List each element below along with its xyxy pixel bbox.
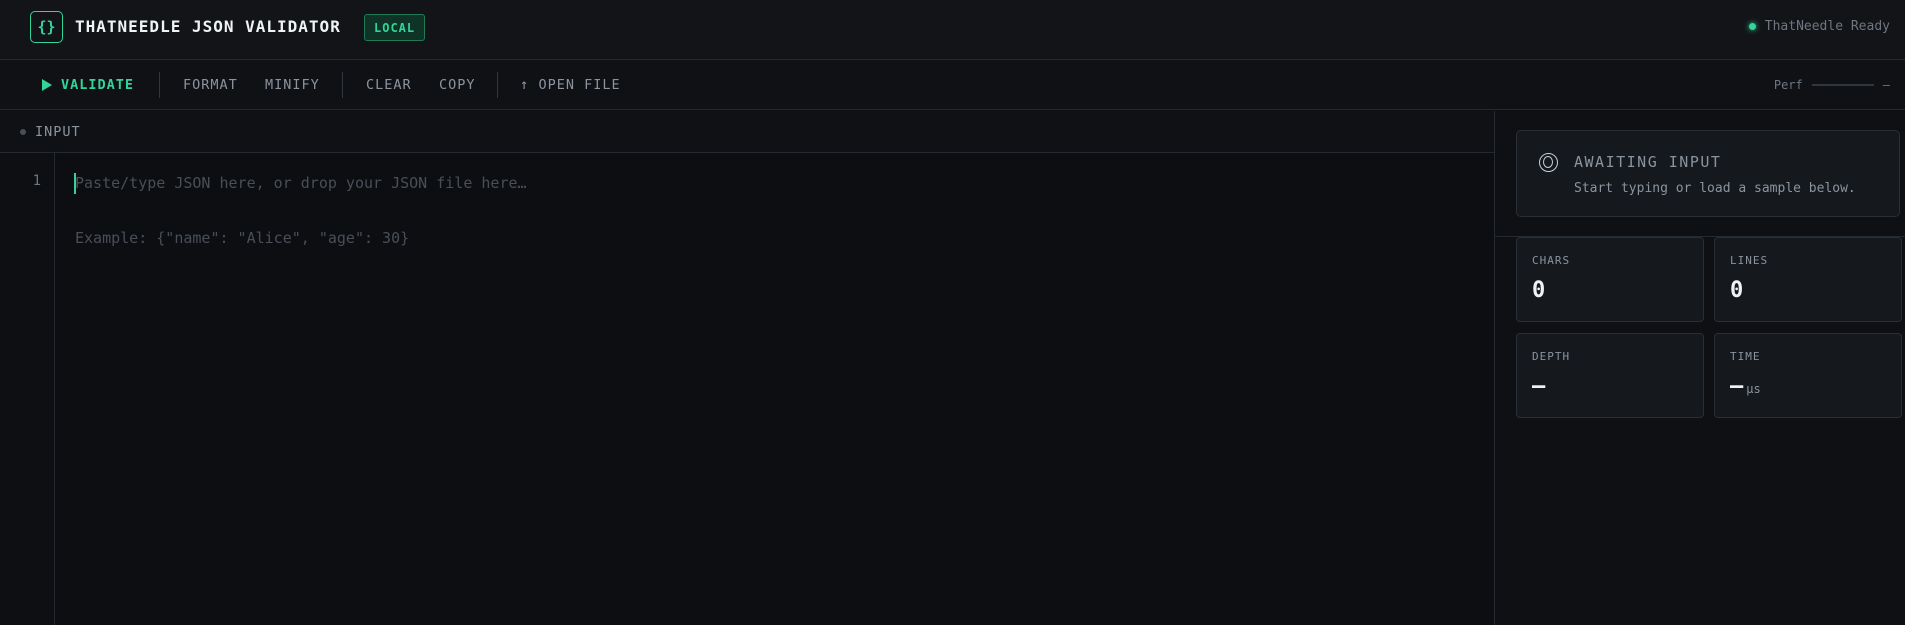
toolbar-divider	[497, 72, 498, 98]
arrow-up-icon: ↑	[520, 77, 530, 93]
editor-example: Example: {"name": "Alice", "age": 30}	[75, 229, 410, 247]
perf-value: —	[1882, 78, 1890, 92]
open-file-button[interactable]: ↑ OPEN FILE	[520, 60, 621, 110]
input-dot-icon	[20, 128, 26, 135]
awaiting-icon	[1539, 153, 1558, 172]
stat-label: DEPTH	[1532, 350, 1571, 363]
stat-depth: DEPTH —	[1516, 333, 1704, 418]
play-icon	[42, 79, 52, 91]
status-card: AWAITING INPUT Start typing or load a sa…	[1516, 130, 1900, 217]
input-title: INPUT	[35, 123, 81, 140]
validate-button[interactable]: VALIDATE	[42, 60, 134, 110]
toolbar-divider	[342, 72, 343, 98]
input-panel-header: INPUT	[0, 111, 1494, 153]
app-title: THATNEEDLE JSON VALIDATOR	[75, 17, 341, 36]
stat-chars: CHARS 0	[1516, 237, 1704, 322]
stat-lines: LINES 0	[1714, 237, 1902, 322]
stat-value: 0	[1730, 278, 1744, 303]
editor-placeholder: Paste/type JSON here, or drop your JSON …	[75, 174, 527, 192]
line-number-gutter: 1	[0, 153, 55, 625]
minify-button[interactable]: MINIFY	[265, 60, 320, 110]
status-title: AWAITING INPUT	[1574, 153, 1722, 171]
stat-label: TIME	[1730, 350, 1761, 363]
line-number: 1	[32, 173, 41, 189]
status-indicator: ThatNeedle Ready	[1748, 19, 1890, 34]
format-button[interactable]: FORMAT	[183, 60, 238, 110]
results-panel: AWAITING INPUT Start typing or load a sa…	[1494, 111, 1905, 625]
stat-value: —	[1730, 374, 1744, 399]
status-text: ThatNeedle Ready	[1764, 19, 1890, 34]
app-header: {} THATNEEDLE JSON VALIDATOR LOCAL ThatN…	[0, 0, 1905, 60]
json-editor[interactable]: Paste/type JSON here, or drop your JSON …	[55, 153, 1494, 625]
status-subtitle: Start typing or load a sample below.	[1574, 181, 1856, 196]
stat-label: CHARS	[1532, 254, 1571, 267]
perf-label: Perf	[1773, 78, 1803, 92]
stat-value: —	[1532, 374, 1546, 399]
toolbar-divider	[159, 72, 160, 98]
stat-value: 0	[1532, 278, 1546, 303]
open-file-label: OPEN FILE	[538, 77, 621, 93]
stat-time: TIME — μs	[1714, 333, 1902, 418]
copy-button[interactable]: COPY	[439, 60, 476, 110]
perf-bar	[1811, 84, 1874, 86]
status-dot-icon	[1748, 23, 1756, 30]
stat-value-wrap: — μs	[1730, 374, 1761, 399]
validate-label: VALIDATE	[61, 77, 135, 93]
perf-indicator: Perf —	[1774, 60, 1890, 110]
local-badge: LOCAL	[364, 14, 426, 41]
stat-label: LINES	[1730, 254, 1769, 267]
toolbar: VALIDATE FORMAT MINIFY CLEAR COPY ↑ OPEN…	[0, 60, 1905, 110]
stat-unit: μs	[1746, 382, 1761, 396]
clear-button[interactable]: CLEAR	[366, 60, 412, 110]
braces-logo-icon: {}	[30, 11, 63, 43]
